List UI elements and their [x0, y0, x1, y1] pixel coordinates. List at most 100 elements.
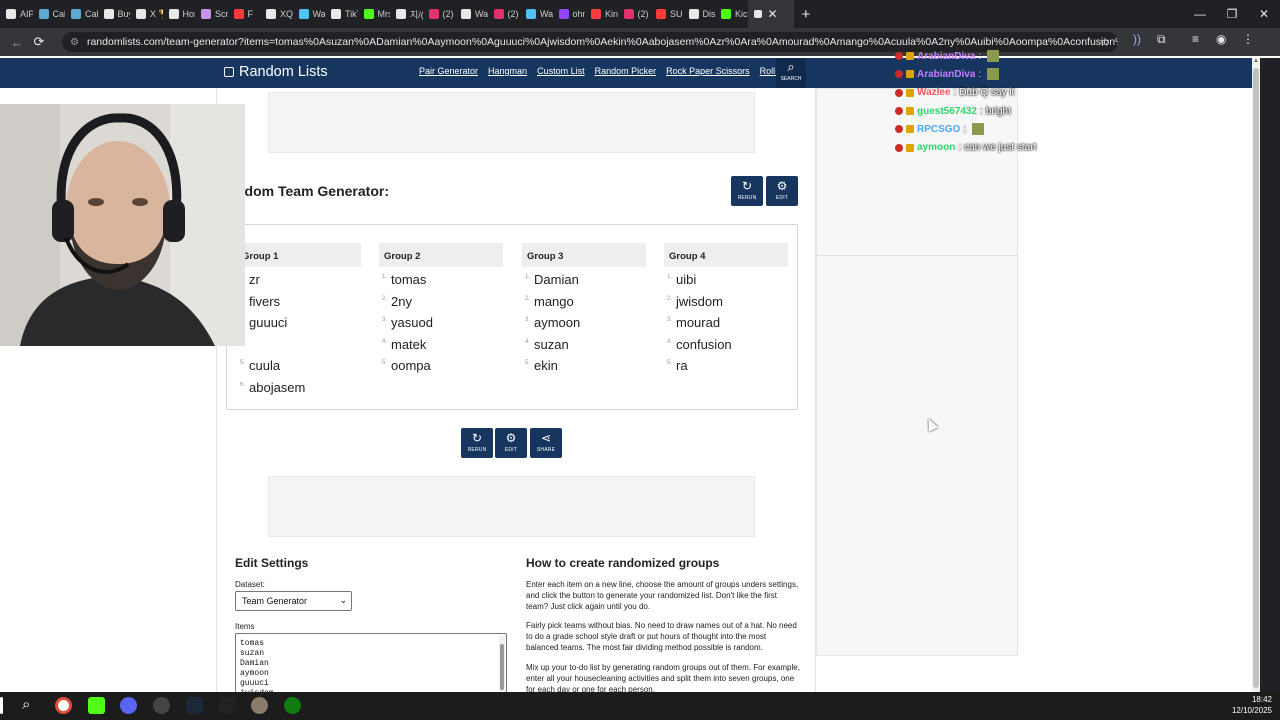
member-name: oompa	[391, 358, 431, 374]
sub-badge-icon	[906, 125, 914, 134]
member-name: matek	[391, 336, 427, 352]
list-number: 5.	[525, 360, 531, 367]
browser-tab[interactable]: F	[228, 0, 261, 28]
tab-label: Wa	[475, 9, 488, 19]
extensions-icon[interactable]: ⧉	[1157, 32, 1166, 47]
nav-link[interactable]: Rock Paper Scissors	[666, 66, 750, 76]
browser-tab[interactable]: Call	[65, 0, 98, 28]
minimize-icon[interactable]: —	[1184, 0, 1216, 28]
chat-message: Wazlee: Dub Q say it	[895, 84, 1036, 102]
nav-link[interactable]: Custom List	[537, 66, 585, 76]
back-icon[interactable]: ←	[6, 35, 28, 50]
browser-tab[interactable]: TikT	[325, 0, 358, 28]
scroll-up-icon[interactable]: ▲	[1252, 58, 1260, 66]
browser-tab[interactable]: (2)	[423, 0, 456, 28]
search-icon: ⌕	[787, 59, 795, 74]
chrome-icon[interactable]	[55, 697, 72, 714]
kick-icon[interactable]	[88, 697, 105, 714]
discord-icon[interactable]	[120, 697, 137, 714]
dataset-select[interactable]: Team Generator ⌄	[235, 591, 352, 611]
browser-tab[interactable]: (2)	[488, 0, 521, 28]
browser-tab[interactable]: Buy	[98, 0, 130, 28]
nav-link[interactable]: Hangman	[488, 66, 527, 76]
sub-badge-icon	[906, 107, 914, 116]
tab-label: Mrs	[377, 9, 391, 19]
items-textarea[interactable]: tomassuzanDamianaymoonguuucijwisdom	[235, 633, 507, 693]
reading-list-icon[interactable]: ≡	[1192, 32, 1199, 46]
chat-text: can we just start	[964, 142, 1037, 154]
chat-message: ArabianDiva:	[895, 65, 1036, 83]
items-line: suzan	[240, 649, 265, 658]
list-number: 2.	[525, 295, 531, 302]
chat-badge-icon	[895, 52, 903, 61]
nav-link[interactable]: Pair Generator	[419, 66, 478, 76]
browser-tab[interactable]: ohn	[553, 0, 585, 28]
system-clock[interactable]: 18:42 12/10/2025	[1232, 694, 1272, 716]
scrollbar-thumb[interactable]	[1253, 68, 1259, 688]
menu-icon[interactable]: ⋮	[1242, 32, 1254, 46]
chat-badge-icon	[895, 107, 903, 116]
xbox-icon[interactable]	[284, 697, 301, 714]
close-window-icon[interactable]: ✕	[1248, 0, 1280, 28]
member-name: cuula	[249, 358, 281, 374]
browser-tab-active[interactable]: ✕	[747, 0, 794, 28]
browser-tab[interactable]: 지/(	[390, 0, 423, 28]
browser-tab[interactable]: (2)	[618, 0, 651, 28]
browser-tab[interactable]: Wa	[520, 0, 553, 28]
member-name: suzan	[534, 336, 569, 352]
member-name: zr	[249, 272, 260, 287]
chat-separator: :	[963, 123, 967, 135]
browser-tab[interactable]: Hon	[163, 0, 196, 28]
group-member: zr	[237, 269, 361, 291]
app-icon[interactable]	[251, 697, 268, 714]
site-logo[interactable]: Random Lists	[224, 64, 328, 80]
rerun-label: RERUN	[467, 447, 487, 453]
search-button[interactable]: ⌕ SEARCH	[776, 58, 806, 88]
tiktok-icon	[396, 9, 406, 19]
rerun-button-top[interactable]: ↻ RERUN	[731, 176, 763, 206]
page-scrollbar[interactable]: ▲	[1252, 58, 1260, 692]
site-info-icon[interactable]: ⚙	[70, 37, 79, 48]
browser-tab[interactable]: Scre	[195, 0, 228, 28]
tab-label: AIPA	[20, 9, 33, 19]
browser-tab[interactable]: Call	[33, 0, 65, 28]
browser-tab[interactable]: X 🏆	[130, 0, 163, 28]
list-number: 5.	[382, 360, 388, 367]
nav-link[interactable]: Random Picker	[595, 66, 657, 76]
share-button[interactable]: ⋖ SHARE	[530, 428, 562, 458]
new-tab-icon[interactable]: +	[802, 6, 811, 23]
chat-separator: :	[980, 105, 983, 117]
cast-icon[interactable]: ))	[1133, 32, 1141, 46]
reload-icon[interactable]: ⟳	[28, 34, 50, 50]
chat-message: RPCSGO:	[895, 120, 1036, 138]
member-name: ekin	[534, 358, 558, 374]
browser-tab[interactable]: Wa	[455, 0, 488, 28]
browser-tab[interactable]: Disc	[683, 0, 715, 28]
window-controls: — ❐ ✕	[1184, 0, 1280, 28]
capcut-icon[interactable]	[219, 697, 236, 714]
profile-icon[interactable]: ◉	[1216, 32, 1226, 46]
obs-icon[interactable]	[153, 697, 170, 714]
maximize-icon[interactable]: ❐	[1216, 0, 1248, 28]
browser-tab[interactable]: SUG	[650, 0, 683, 28]
edit-button-top[interactable]: ⚙ EDIT	[766, 176, 798, 206]
browser-tab[interactable]: Wa	[293, 0, 325, 28]
emote-icon	[987, 50, 1000, 63]
browser-tab[interactable]: AIPA	[0, 0, 33, 28]
bookmark-star-icon[interactable]: ☆	[1099, 35, 1110, 49]
search-icon[interactable]: ⌕	[22, 696, 30, 713]
steam-icon[interactable]	[186, 697, 203, 714]
rerun-button[interactable]: ↻ RERUN	[461, 428, 493, 458]
close-tab-icon[interactable]: ✕	[768, 7, 778, 21]
share-icon: ⋖	[540, 431, 552, 445]
browser-tab[interactable]: XQ	[260, 0, 293, 28]
edit-button[interactable]: ⚙ EDIT	[495, 428, 527, 458]
browser-tab[interactable]: Mrs	[358, 0, 391, 28]
tab-label: Hon	[182, 9, 196, 19]
howto-heading: How to create randomized groups	[526, 556, 720, 570]
chat-separator: :	[978, 68, 982, 80]
browser-tab[interactable]: King	[585, 0, 618, 28]
browser-tab[interactable]: Kick	[715, 0, 748, 28]
x-icon	[266, 9, 276, 19]
textarea-scrollbar[interactable]	[499, 636, 505, 692]
